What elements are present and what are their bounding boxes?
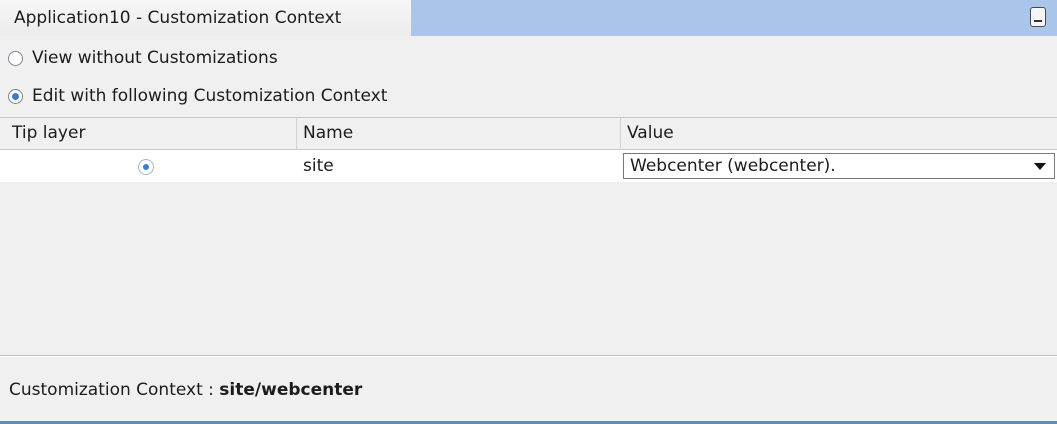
chevron-down-icon[interactable] bbox=[1034, 163, 1046, 170]
panel-titlebar: Application10 - Customization Context bbox=[0, 0, 1057, 36]
status-label: Customization Context : bbox=[9, 380, 220, 400]
column-header-name[interactable]: Name bbox=[303, 123, 353, 143]
layer-name-cell: site bbox=[303, 156, 334, 176]
minimize-icon[interactable] bbox=[1030, 7, 1046, 27]
column-divider[interactable] bbox=[620, 118, 621, 150]
column-header-value[interactable]: Value bbox=[627, 123, 674, 143]
tip-layer-radio[interactable] bbox=[138, 159, 154, 175]
edit-with-radio[interactable] bbox=[8, 88, 23, 104]
tab-customization-context[interactable]: Application10 - Customization Context bbox=[0, 0, 412, 36]
divider bbox=[0, 356, 1057, 357]
column-divider[interactable] bbox=[296, 118, 297, 150]
edit-with-label: Edit with following Customization Contex… bbox=[32, 86, 388, 106]
value-dropdown-text: Webcenter (webcenter). bbox=[630, 156, 836, 176]
value-dropdown[interactable]: Webcenter (webcenter). bbox=[623, 153, 1055, 179]
view-without-radio[interactable] bbox=[8, 50, 23, 66]
status-value: site/webcenter bbox=[219, 380, 363, 400]
view-without-label: View without Customizations bbox=[32, 48, 278, 68]
edit-with-context-option[interactable]: Edit with following Customization Contex… bbox=[8, 83, 387, 109]
column-header-tip-layer[interactable]: Tip layer bbox=[12, 123, 85, 143]
status-line: Customization Context : site/webcenter bbox=[9, 380, 362, 400]
table-header: Tip layer Name Value bbox=[0, 117, 1057, 150]
view-without-customizations-option[interactable]: View without Customizations bbox=[8, 45, 278, 71]
tab-title: Application10 - Customization Context bbox=[14, 8, 342, 28]
table-row[interactable]: site Webcenter (webcenter). bbox=[0, 150, 1057, 182]
